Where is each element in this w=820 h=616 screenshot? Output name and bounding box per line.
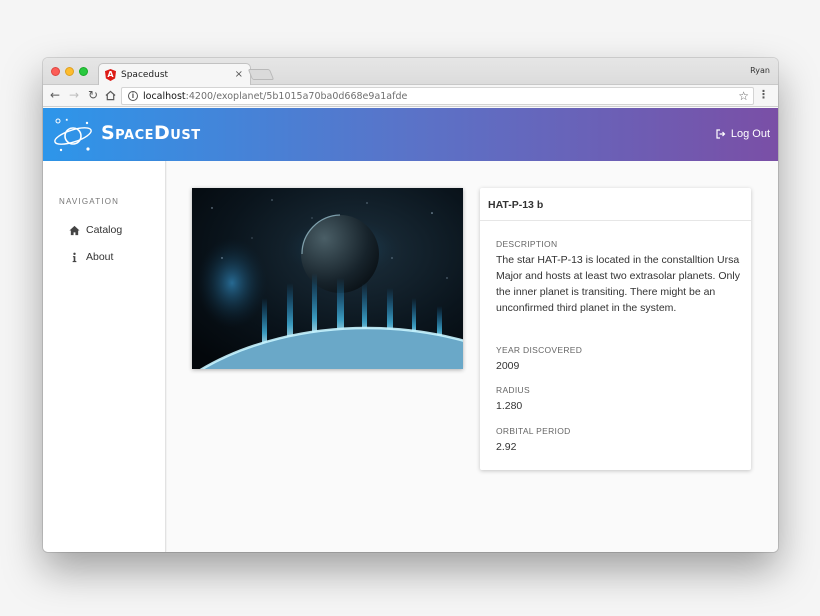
url-text: localhost:4200/exoplanet/5b1015a70ba0d66… (143, 91, 408, 102)
sidebar-item-label: About (86, 251, 114, 263)
reload-icon[interactable]: ↻ (88, 88, 98, 102)
orbital-period-value: 2.92 (496, 441, 517, 453)
app-header: SpaceDust Log Out (43, 108, 778, 161)
planet-detail-card: HAT-P-13 b DESCRIPTION The star HAT-P-13… (480, 188, 751, 470)
browser-toolbar: ← → ↻ i localhost:4200/exoplanet/5b1015a… (43, 85, 778, 107)
logout-label: Log Out (730, 128, 770, 140)
info-icon[interactable]: i (128, 91, 138, 101)
menu-icon[interactable]: ⋮ (758, 88, 769, 101)
planet-name: HAT-P-13 b (480, 188, 751, 221)
description-label: DESCRIPTION (496, 239, 558, 249)
new-tab-button[interactable] (247, 69, 275, 80)
radius-value: 1.280 (496, 400, 523, 412)
browser-tab[interactable]: A Spacedust × (98, 63, 251, 86)
description-value: The star HAT-P-13 is located in the cons… (496, 254, 740, 314)
profile-name[interactable]: Ryan (750, 66, 770, 75)
logout-button[interactable]: Log Out (716, 128, 770, 140)
forward-icon[interactable]: → (69, 88, 79, 102)
radius-label: RADIUS (496, 385, 530, 395)
close-window-button[interactable] (51, 67, 60, 76)
sign-out-icon (716, 129, 726, 139)
brand-title[interactable]: SpaceDust (101, 122, 201, 144)
sidebar: NAVIGATION Catalog About (43, 161, 166, 552)
address-bar[interactable]: i localhost:4200/exoplanet/5b1015a70ba0d… (121, 87, 754, 105)
sidebar-item-about[interactable]: About (69, 251, 113, 263)
sidebar-item-catalog[interactable]: Catalog (69, 224, 122, 236)
year-discovered-label: YEAR DISCOVERED (496, 345, 583, 355)
browser-window: A Spacedust × Ryan ← → ↻ i localhost:420… (43, 58, 778, 552)
orbital-period-label: ORBITAL PERIOD (496, 426, 571, 436)
home-icon[interactable] (105, 88, 116, 104)
angular-icon: A (105, 69, 116, 81)
star-icon[interactable]: ☆ (738, 89, 749, 103)
tab-close-icon[interactable]: × (235, 69, 243, 80)
main-content: HAT-P-13 b DESCRIPTION The star HAT-P-13… (167, 161, 778, 552)
year-discovered-value: 2009 (496, 360, 520, 372)
home-icon (69, 225, 80, 235)
tab-strip: A Spacedust × Ryan (43, 58, 778, 86)
sidebar-item-label: Catalog (86, 224, 123, 236)
maximize-window-button[interactable] (79, 67, 88, 76)
minimize-window-button[interactable] (65, 67, 74, 76)
tab-title: Spacedust (121, 70, 169, 80)
planet-logo-icon[interactable] (52, 115, 94, 155)
planet-image (192, 188, 463, 369)
sidebar-heading: NAVIGATION (59, 197, 120, 206)
back-icon[interactable]: ← (50, 88, 60, 102)
info-icon (72, 252, 77, 262)
